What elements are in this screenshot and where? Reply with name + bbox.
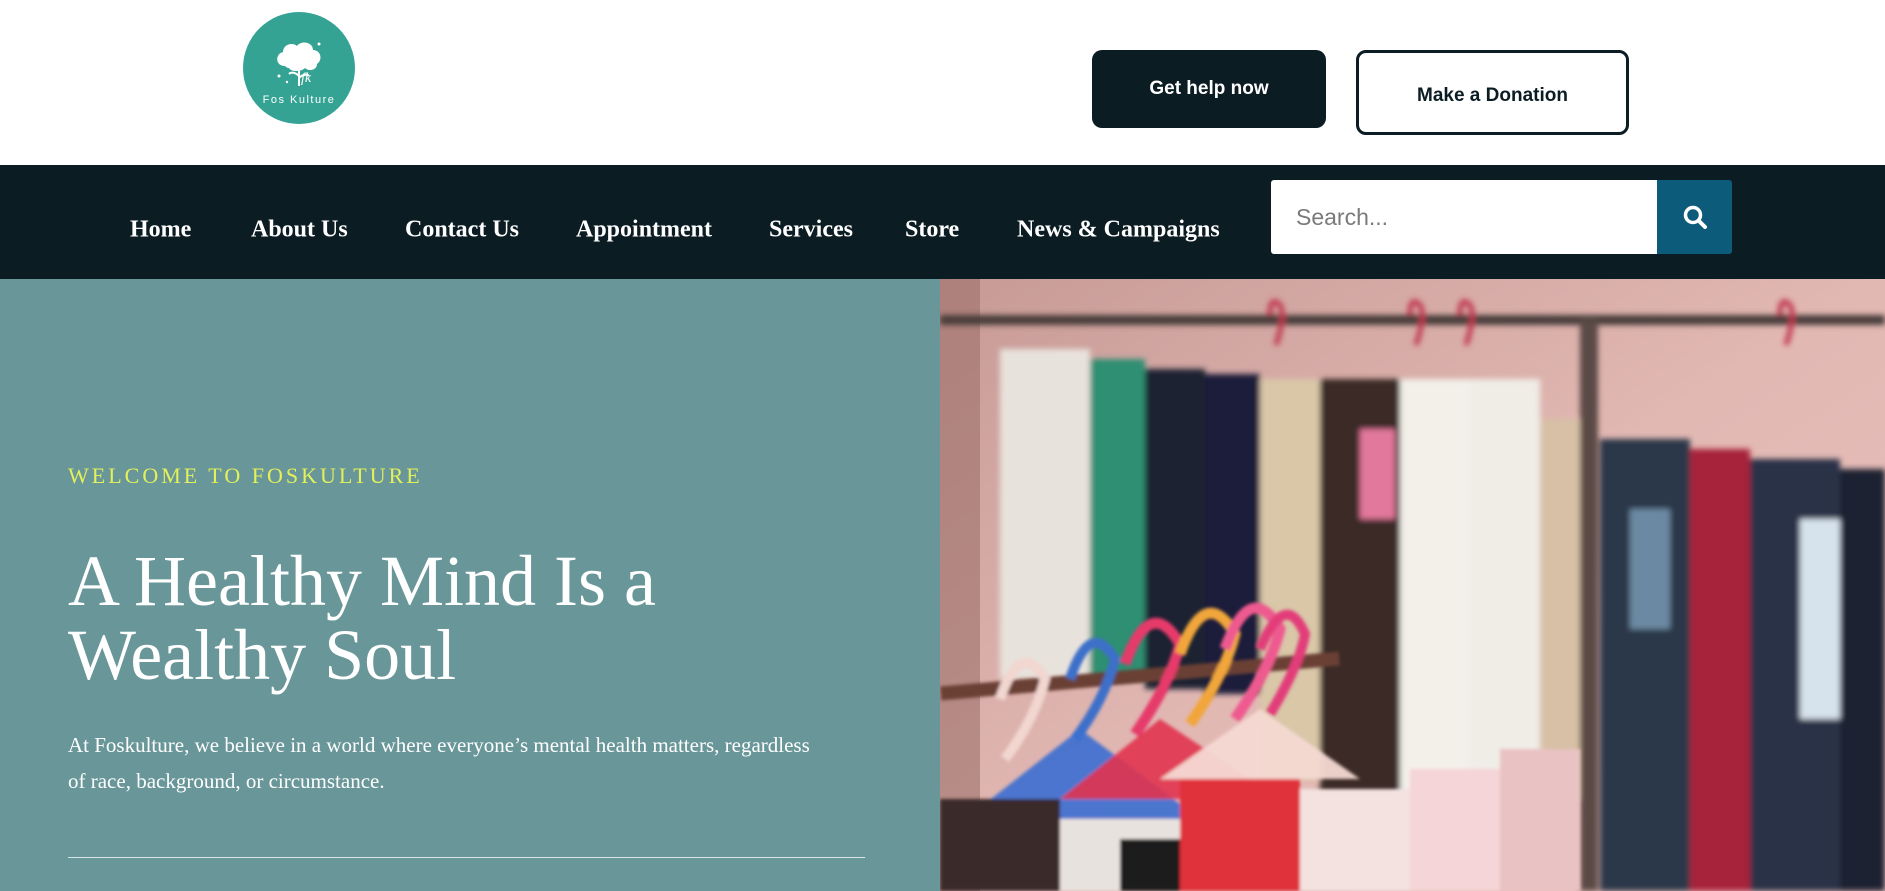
nav-item-about-us[interactable]: About Us	[251, 217, 348, 244]
tree-icon: fk	[277, 42, 321, 86]
hero-image	[940, 279, 1885, 891]
nav-item-contact-us[interactable]: Contact Us	[405, 217, 519, 244]
top-header: fk Fos Kulture Get help now Make a Donat…	[0, 0, 1885, 165]
clothing-rack-photo	[940, 279, 1885, 891]
hero-headline: A Healthy Mind Is a Wealthy Soul	[68, 541, 656, 695]
hero-eyebrow: WELCOME TO FOSKULTURE	[68, 463, 423, 488]
nav-item-news-campaigns[interactable]: News & Campaigns	[1017, 217, 1220, 244]
search-input[interactable]	[1271, 180, 1657, 254]
hero-description: At Foskulture, we believe in a world whe…	[68, 733, 810, 793]
nav-item-services[interactable]: Services	[769, 217, 853, 244]
hero-text-panel: WELCOME TO FOSKULTURE A Healthy Mind Is …	[0, 279, 940, 891]
get-help-button[interactable]: Get help now	[1092, 50, 1326, 128]
search-icon	[1683, 205, 1707, 229]
logo-text: Fos Kulture	[262, 94, 336, 106]
site-logo[interactable]: fk Fos Kulture	[243, 12, 355, 124]
nav-item-store[interactable]: Store	[905, 217, 959, 244]
main-nav: Home About Us Contact Us Appointment Ser…	[0, 165, 1885, 279]
nav-item-appointment[interactable]: Appointment	[576, 217, 712, 244]
search-button[interactable]	[1657, 180, 1732, 254]
nav-item-home[interactable]: Home	[130, 217, 191, 244]
svg-text:fk: fk	[301, 71, 312, 86]
donate-button[interactable]: Make a Donation	[1356, 50, 1629, 135]
hero-divider	[68, 857, 865, 858]
